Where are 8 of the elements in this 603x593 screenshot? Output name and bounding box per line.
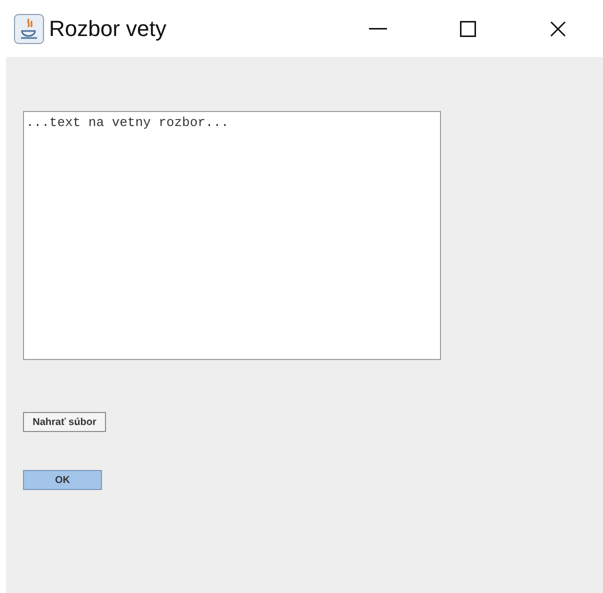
app-icon [14, 14, 44, 44]
window-title: Rozbor vety [49, 16, 168, 42]
maximize-icon[interactable] [460, 20, 476, 36]
load-file-button[interactable]: Nahrať súbor [23, 412, 106, 432]
ok-button[interactable]: OK [23, 470, 102, 490]
minimize-icon[interactable] [369, 28, 387, 30]
text-input-area[interactable]: ...text na vetny rozbor... [23, 111, 441, 360]
close-icon[interactable] [550, 20, 566, 36]
